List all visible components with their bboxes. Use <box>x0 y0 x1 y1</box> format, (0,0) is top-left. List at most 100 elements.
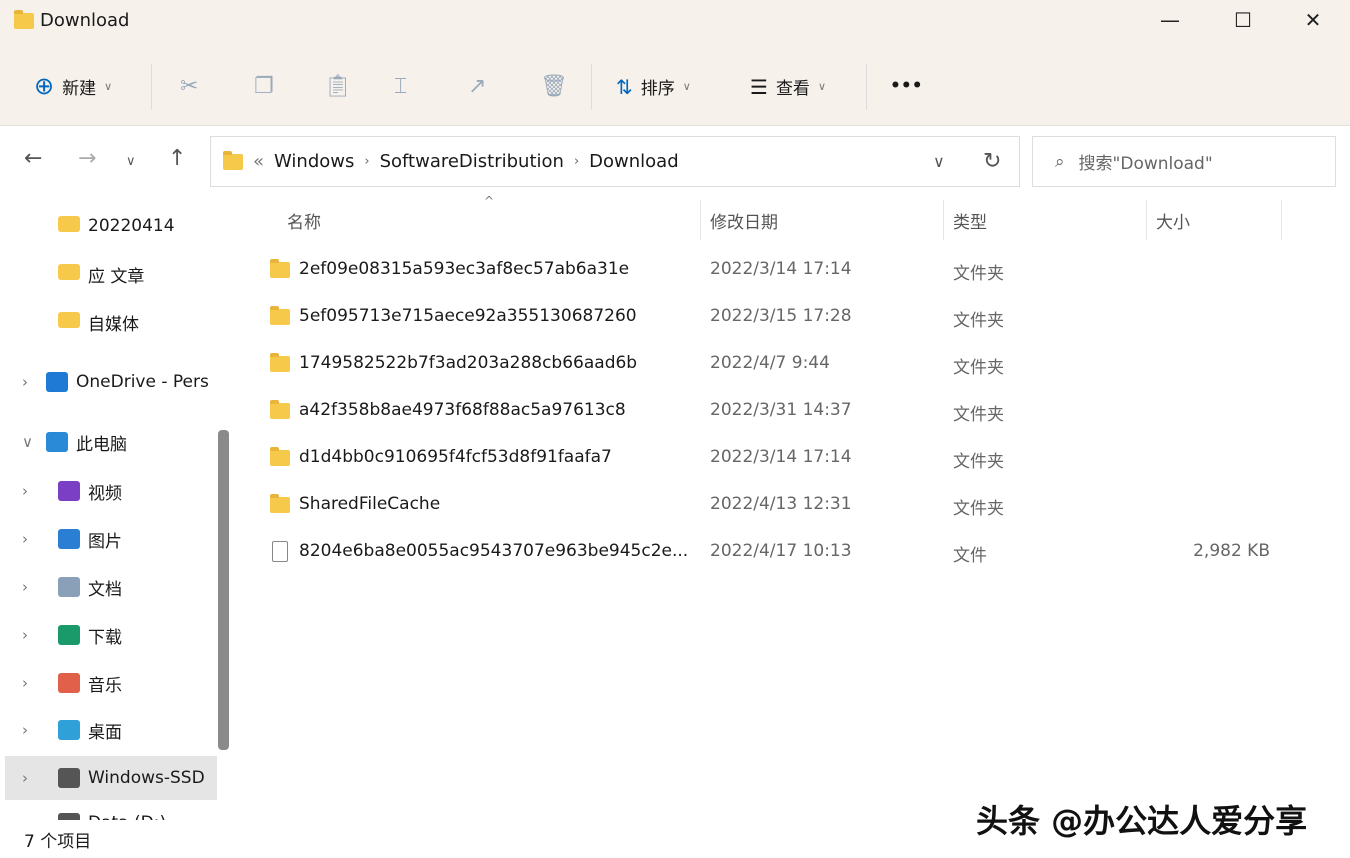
sidebar-item[interactable]: › 图片 <box>0 517 212 561</box>
maximize-button[interactable]: ☐ <box>1218 8 1268 38</box>
file-name: 8204e6ba8e0055ac9543707e963be945c2e... <box>299 541 689 561</box>
expand-chevron-icon[interactable]: › <box>22 814 28 820</box>
file-name: 1749582522b7f3ad203a288cb66aad6b <box>299 353 638 373</box>
sidebar-item-label: Data (D:) <box>88 813 166 820</box>
expand-chevron-icon[interactable]: › <box>22 373 28 391</box>
expand-chevron-icon[interactable]: › <box>22 482 28 500</box>
forward-icon[interactable]: → <box>78 146 96 171</box>
file-date: 2022/3/14 17:14 <box>710 447 852 467</box>
column-header[interactable]: 类型 <box>953 208 987 233</box>
sidebar-item-label: Windows-SSD <box>88 768 205 788</box>
file-size: 2,982 KB <box>1193 541 1270 561</box>
breadcrumb-softwaredistribution[interactable]: SoftwareDistribution <box>380 151 564 172</box>
sidebar-item-label: 应 文章 <box>88 266 145 287</box>
sidebar-item-label: 桌面 <box>88 722 122 743</box>
delete-icon[interactable]: 🗑︎ <box>540 74 568 99</box>
recent-chevron-icon[interactable]: ∨ <box>126 154 136 169</box>
document-icon <box>58 577 80 597</box>
file-date: 2022/4/13 12:31 <box>710 494 852 514</box>
breadcrumb-windows[interactable]: Windows <box>274 151 354 172</box>
music-icon <box>58 673 80 693</box>
file-type: 文件夹 <box>953 499 1004 519</box>
list-icon: ☰ <box>750 74 768 99</box>
column-divider[interactable] <box>1146 200 1147 240</box>
file-row[interactable]: SharedFileCache 2022/4/13 12:31 文件夹 <box>262 482 1282 526</box>
file-name: a42f358b8ae4973f68f88ac5a97613c8 <box>299 400 626 420</box>
column-divider[interactable] <box>943 200 944 240</box>
status-item-count: 7 个项目 <box>24 832 92 852</box>
sidebar-item[interactable]: › 下载 <box>0 613 212 657</box>
back-icon[interactable]: ← <box>24 146 42 171</box>
title-bar: Download — ☐ ✕ <box>0 0 1350 126</box>
expand-chevron-icon[interactable]: › <box>22 674 28 692</box>
sidebar-item[interactable]: › 桌面 <box>0 708 212 752</box>
drive-icon <box>58 768 80 788</box>
sidebar-item[interactable]: › 文档 <box>0 565 212 609</box>
file-name: 5ef095713e715aece92a355130687260 <box>299 306 637 326</box>
breadcrumb-download[interactable]: Download <box>589 151 678 172</box>
view-button[interactable]: ☰ 查看 ∨ <box>750 74 826 100</box>
file-row[interactable]: d1d4bb0c910695f4fcf53d8f91faafa7 2022/3/… <box>262 435 1282 479</box>
overflow-crumb[interactable]: « <box>253 151 264 172</box>
share-icon[interactable]: ↗ <box>468 74 486 99</box>
sidebar-item[interactable]: › Windows-SSD <box>5 756 217 800</box>
refresh-icon[interactable]: ↻ <box>983 149 1001 174</box>
folder-icon <box>270 447 290 466</box>
more-button[interactable]: ••• <box>890 76 923 96</box>
expand-chevron-icon[interactable]: › <box>22 721 28 739</box>
sidebar-item[interactable]: 应 文章 <box>0 252 212 296</box>
expand-chevron-icon[interactable]: › <box>22 626 28 644</box>
sort-button[interactable]: ⇅ 排序 ∨ <box>616 74 691 100</box>
minimize-button[interactable]: — <box>1145 8 1195 38</box>
file-row[interactable]: 5ef095713e715aece92a355130687260 2022/3/… <box>262 294 1282 338</box>
new-button[interactable]: ⊕ 新建 ∨ <box>34 72 112 100</box>
close-button[interactable]: ✕ <box>1288 8 1338 38</box>
picture-icon <box>58 529 80 549</box>
file-type: 文件夹 <box>953 358 1004 378</box>
expand-chevron-icon[interactable]: ∨ <box>22 433 33 451</box>
file-name: d1d4bb0c910695f4fcf53d8f91faafa7 <box>299 447 612 467</box>
expand-chevron-icon[interactable]: › <box>22 530 28 548</box>
rename-icon[interactable]: ⌶ <box>394 74 407 99</box>
file-type: 文件夹 <box>953 311 1004 331</box>
file-row[interactable]: 1749582522b7f3ad203a288cb66aad6b 2022/4/… <box>262 341 1282 385</box>
navigation-pane: 20220414 应 文章自媒体 › OneDrive - Pers ∨ 此电脑 › 视频 › 图… <box>0 198 235 820</box>
sidebar-item[interactable]: › 视频 <box>0 469 212 513</box>
copy-icon[interactable]: ❐ <box>254 74 274 99</box>
video-icon <box>58 481 80 501</box>
sidebar-item[interactable]: 20220414 <box>0 204 212 248</box>
file-row[interactable]: 8204e6ba8e0055ac9543707e963be945c2e... 2… <box>262 529 1282 573</box>
column-divider[interactable] <box>700 200 701 240</box>
sidebar-item-label: 下载 <box>88 627 122 648</box>
search-input[interactable]: ⌕ 搜索"Download" <box>1032 136 1336 187</box>
file-row[interactable]: a42f358b8ae4973f68f88ac5a97613c8 2022/3/… <box>262 388 1282 432</box>
plus-circle-icon: ⊕ <box>34 72 55 100</box>
watermark: 头条 @办公达人爱分享 <box>976 802 1308 840</box>
file-type: 文件 <box>953 546 987 566</box>
expand-chevron-icon[interactable]: › <box>22 769 28 787</box>
cloud-icon <box>46 372 68 392</box>
column-divider[interactable] <box>1281 200 1282 240</box>
sidebar-item[interactable]: ∨ 此电脑 <box>0 420 212 464</box>
sidebar-item[interactable]: › 音乐 <box>0 661 212 705</box>
column-header[interactable]: 修改日期 <box>710 208 778 233</box>
file-date: 2022/3/31 14:37 <box>710 400 852 420</box>
column-header[interactable]: 大小 <box>1156 208 1190 233</box>
chevron-down-icon[interactable]: ∨ <box>933 152 945 171</box>
paste-icon[interactable]: 📋︎ <box>324 74 352 99</box>
file-date: 2022/3/15 17:28 <box>710 306 852 326</box>
column-header[interactable]: 名称 <box>287 208 321 233</box>
address-bar[interactable]: « Windows › SoftwareDistribution › Downloa… <box>210 136 1020 187</box>
file-name: SharedFileCache <box>299 494 441 514</box>
expand-chevron-icon[interactable]: › <box>22 578 28 596</box>
file-row[interactable]: 2ef09e08315a593ec3af8ec57ab6a31e 2022/3/… <box>262 247 1282 291</box>
up-icon[interactable]: ↑ <box>168 146 186 171</box>
folder-icon <box>270 494 290 513</box>
cut-icon[interactable]: ✂ <box>180 74 198 99</box>
sidebar-item[interactable]: › OneDrive - Pers <box>0 360 212 404</box>
file-icon <box>272 541 288 562</box>
sidebar-item[interactable]: 自媒体 <box>0 300 212 344</box>
folder-icon <box>58 264 80 280</box>
sidebar-item[interactable]: › Data (D:) <box>0 801 212 820</box>
sidebar-scrollbar[interactable] <box>218 430 229 750</box>
